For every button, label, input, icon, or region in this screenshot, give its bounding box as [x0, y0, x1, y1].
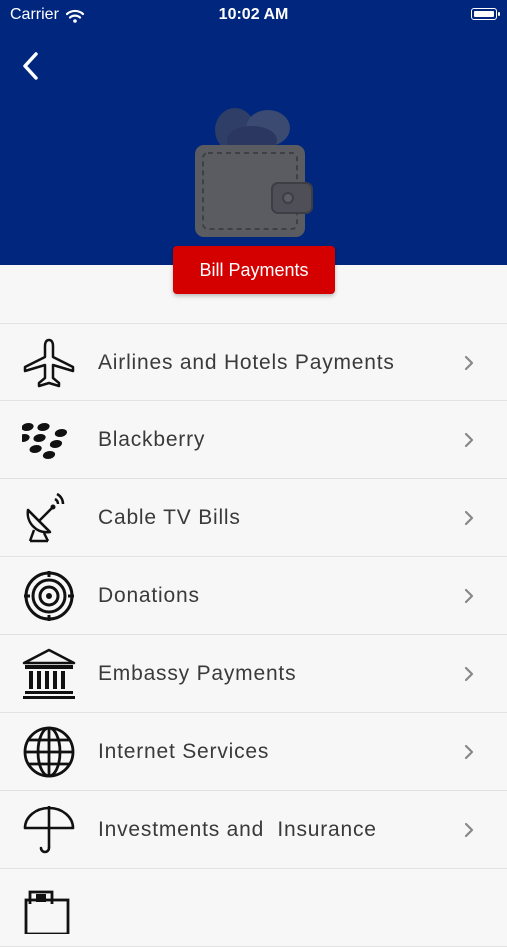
list-item-donations[interactable]: Donations — [0, 557, 507, 635]
back-button[interactable] — [14, 48, 50, 84]
globe-icon — [23, 726, 75, 778]
chevron-right-icon — [464, 588, 474, 604]
chevron-right-icon — [464, 510, 474, 526]
airplane-icon — [23, 338, 75, 388]
list-item-label: Embassy Payments — [98, 662, 297, 685]
wallet-icon — [195, 108, 313, 237]
chevron-right-icon — [464, 744, 474, 760]
biller-list: Airlines and Hotels Payments Blackberry — [0, 323, 507, 947]
list-item-investments[interactable]: Investments and Insurance — [0, 791, 507, 869]
list-item-label: Cable TV Bills — [98, 506, 241, 529]
list-item-label: Airlines and Hotels Payments — [98, 351, 395, 374]
status-time: 10:02 AM — [218, 6, 289, 23]
bill-payments-button[interactable]: Bill Payments — [173, 246, 335, 294]
blackberry-icon — [22, 423, 68, 459]
chevron-right-icon — [464, 432, 474, 448]
list-item-embassy[interactable]: Embassy Payments — [0, 635, 507, 713]
list-item-partial[interactable] — [0, 869, 507, 947]
list-item-label: Internet Services — [98, 740, 270, 763]
umbrella-icon — [23, 806, 75, 854]
status-bar: Carrier 10:02 AM — [0, 0, 507, 30]
bill-icon — [24, 890, 70, 934]
list-item-airlines-hotels[interactable]: Airlines and Hotels Payments — [0, 323, 507, 401]
list-item-internet[interactable]: Internet Services — [0, 713, 507, 791]
list-item-cable-tv[interactable]: Cable TV Bills — [0, 479, 507, 557]
list-item-blackberry[interactable]: Blackberry — [0, 401, 507, 479]
header: Carrier 10:02 AM — [0, 0, 507, 265]
chevron-right-icon — [464, 666, 474, 682]
bank-building-icon — [22, 648, 76, 699]
chevron-left-icon — [23, 52, 38, 80]
chevron-right-icon — [464, 822, 474, 838]
list-item-label: Blackberry — [98, 428, 206, 451]
list-item-label: Investments and Insurance — [98, 818, 377, 841]
target-icon — [24, 571, 74, 621]
chevron-right-icon — [464, 355, 474, 371]
battery-icon — [471, 8, 500, 20]
satellite-dish-icon — [26, 492, 65, 543]
list-item-label: Donations — [98, 584, 200, 607]
